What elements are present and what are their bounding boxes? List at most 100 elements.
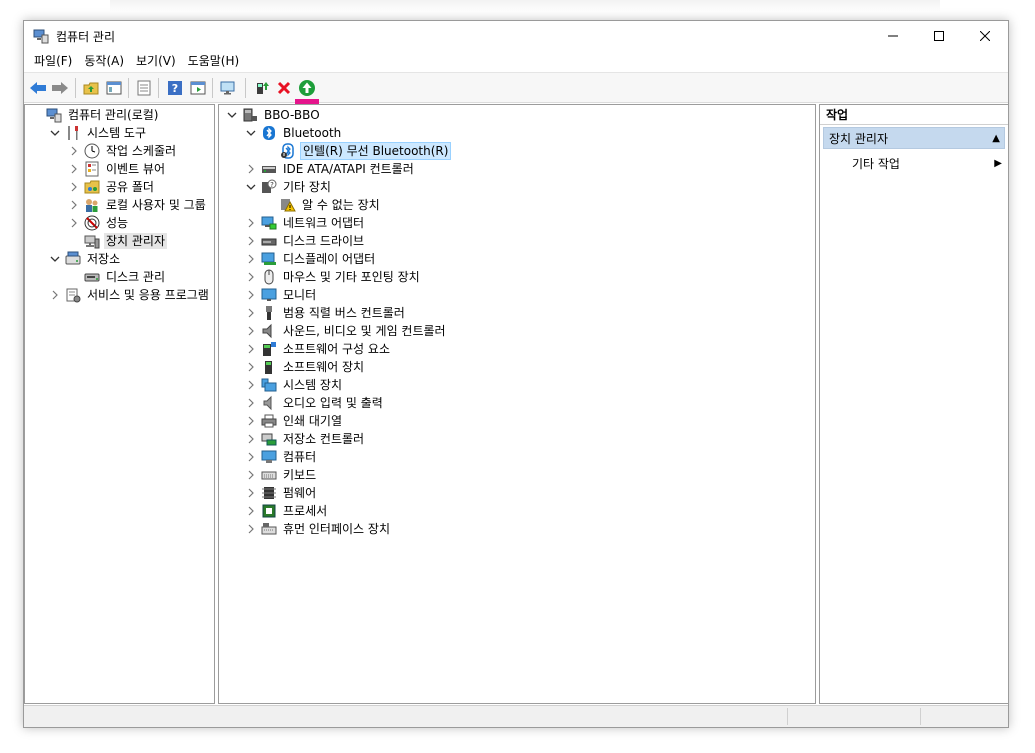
menu-action[interactable]: 동작(A) <box>78 51 130 71</box>
toolbar: ? <box>24 72 1008 108</box>
device-tree-item-processor[interactable]: 프로세서 <box>244 502 329 520</box>
console-tree-icon[interactable] <box>105 79 123 97</box>
console-tree-item-computer-management[interactable]: 컴퓨터 관리(로컬) <box>29 106 160 124</box>
tree-item-label: 공유 폴더 <box>106 180 154 194</box>
menu-view[interactable]: 보기(V) <box>130 51 182 71</box>
chevron-right-icon[interactable] <box>244 394 258 412</box>
chevron-right-icon[interactable] <box>244 484 258 502</box>
device-tree-item-audio[interactable]: 오디오 입력 및 출력 <box>244 394 385 412</box>
chevron-right-icon[interactable] <box>244 250 258 268</box>
device-tree-item-disk-drive[interactable]: 디스크 드라이브 <box>244 232 366 250</box>
chevron-right-icon[interactable] <box>244 412 258 430</box>
chevron-right-icon[interactable] <box>67 196 81 214</box>
device-tree-item-hid[interactable]: 휴먼 인터페이스 장치 <box>244 520 392 538</box>
minimize-button[interactable] <box>870 21 916 50</box>
device-tree-item-network-adapter[interactable]: 네트워크 어댑터 <box>244 214 366 232</box>
device-tree-item-keyboard[interactable]: 키보드 <box>244 466 318 484</box>
chevron-right-icon[interactable] <box>244 340 258 358</box>
chevron-right-icon[interactable] <box>244 520 258 538</box>
console-tree-item-clock[interactable]: 작업 스케줄러 <box>67 142 178 160</box>
device-tree-item-monitor[interactable]: 모니터 <box>244 286 318 304</box>
device-tree-item-warning-device[interactable]: 알 수 없는 장치 <box>263 196 382 214</box>
chevron-right-icon[interactable] <box>244 214 258 232</box>
maximize-button[interactable] <box>916 21 962 50</box>
chevron-right-icon[interactable] <box>244 304 258 322</box>
up-folder-icon[interactable] <box>82 79 100 97</box>
device-tree-item-storage-controller[interactable]: 저장소 컨트롤러 <box>244 430 366 448</box>
chevron-right-icon[interactable] <box>244 232 258 250</box>
device-tree-item-computer[interactable]: BBO-BBO <box>225 106 322 124</box>
tree-item-label: 펌웨어 <box>283 486 317 500</box>
forward-icon[interactable] <box>51 79 69 97</box>
device-tree-item-printer[interactable]: 인쇄 대기열 <box>244 412 344 430</box>
tree-item-label: 마우스 및 기타 포인팅 장치 <box>283 270 420 284</box>
action-pane-icon[interactable] <box>189 79 207 97</box>
device-tree-item-ide-controller[interactable]: IDE ATA/ATAPI 컨트롤러 <box>244 160 416 178</box>
tree-item-label: 작업 스케줄러 <box>106 144 177 158</box>
chevron-right-icon[interactable] <box>67 142 81 160</box>
chevron-right-icon[interactable] <box>67 160 81 178</box>
chevron-down-icon[interactable] <box>244 178 258 196</box>
tree-item-label: 저장소 컨트롤러 <box>283 432 365 446</box>
console-tree-item-device-manager[interactable]: 장치 관리자 <box>67 232 168 250</box>
update-driver-icon[interactable] <box>253 79 271 97</box>
chevron-right-icon[interactable] <box>244 502 258 520</box>
device-tree-item-mouse[interactable]: 마우스 및 기타 포인팅 장치 <box>244 268 422 286</box>
chevron-right-icon[interactable] <box>244 376 258 394</box>
device-tree-item-system-device[interactable]: 시스템 장치 <box>244 376 344 394</box>
chevron-down-icon[interactable] <box>48 250 62 268</box>
back-icon[interactable] <box>29 79 47 97</box>
device-tree-item-display-adapter[interactable]: 디스플레이 어댑터 <box>244 250 377 268</box>
chevron-down-icon[interactable] <box>48 124 62 142</box>
console-tree-item-tools[interactable]: 시스템 도구 <box>48 124 148 142</box>
help-icon[interactable]: ? <box>166 79 184 97</box>
device-tree-item-speaker[interactable]: 사운드, 비디오 및 게임 컨트롤러 <box>244 322 448 340</box>
tree-item-label: 오디오 입력 및 출력 <box>283 396 383 410</box>
device-tree-item-software-device[interactable]: 소프트웨어 장치 <box>244 358 366 376</box>
menu-help[interactable]: 도움말(H) <box>182 51 246 71</box>
chevron-right-icon[interactable] <box>244 322 258 340</box>
device-tree-item-computer-monitor[interactable]: 컴퓨터 <box>244 448 318 466</box>
console-tree-item-users[interactable]: 로컬 사용자 및 그룹 <box>67 196 208 214</box>
device-tree-item-bluetooth[interactable]: Bluetooth <box>244 124 343 142</box>
chevron-right-icon[interactable] <box>244 358 258 376</box>
chevron-down-icon[interactable] <box>225 106 239 124</box>
chevron-right-icon[interactable] <box>244 268 258 286</box>
chevron-right-icon[interactable] <box>67 214 81 232</box>
tree-item-label: 사운드, 비디오 및 게임 컨트롤러 <box>283 324 446 338</box>
console-tree-item-services[interactable]: 서비스 및 응용 프로그램 <box>48 286 211 304</box>
chevron-down-icon[interactable] <box>244 124 258 142</box>
menu-file[interactable]: 파일(F) <box>28 51 78 71</box>
device-tree-item-usb[interactable]: 범용 직렬 버스 컨트롤러 <box>244 304 407 322</box>
keyboard-icon <box>261 467 277 483</box>
properties-icon[interactable] <box>135 79 153 97</box>
scan-hardware-icon[interactable] <box>220 79 238 97</box>
enable-device-icon[interactable] <box>298 79 316 97</box>
chevron-right-icon[interactable] <box>244 448 258 466</box>
console-tree-item-disk[interactable]: 디스크 관리 <box>67 268 167 286</box>
chevron-right-icon[interactable] <box>244 286 258 304</box>
console-tree-item-storage[interactable]: 저장소 <box>48 250 122 268</box>
device-tree-item-bluetooth-device-warning[interactable]: 인텔(R) 무선 Bluetooth(R) <box>263 142 452 160</box>
more-actions-item[interactable]: 기타 작업 ▶ <box>852 154 1002 174</box>
device-tree-item-unknown-device[interactable]: ? 기타 장치 <box>244 178 333 196</box>
chevron-right-icon[interactable] <box>244 160 258 178</box>
collapse-up-icon[interactable]: ▲ <box>992 128 1000 150</box>
chevron-right-icon[interactable] <box>67 178 81 196</box>
chevron-right-icon[interactable] <box>244 430 258 448</box>
device-tree-item-software-component[interactable]: 소프트웨어 구성 요소 <box>244 340 392 358</box>
console-tree-item-shared-folder[interactable]: 공유 폴더 <box>67 178 156 196</box>
submenu-arrow-icon: ▶ <box>994 158 1002 169</box>
device-tree-item-firmware[interactable]: 펌웨어 <box>244 484 318 502</box>
more-actions-label: 기타 작업 <box>852 157 900 171</box>
storage-icon <box>65 251 81 267</box>
chevron-right-icon[interactable] <box>244 466 258 484</box>
close-button[interactable] <box>962 21 1008 50</box>
actions-section-device-manager[interactable]: 장치 관리자 ▲ <box>823 127 1005 149</box>
uninstall-device-icon[interactable] <box>275 79 293 97</box>
console-tree-item-event-viewer[interactable]: 이벤트 뷰어 <box>67 160 167 178</box>
console-tree-item-performance[interactable]: 성능 <box>67 214 130 232</box>
chevron-right-icon[interactable] <box>48 286 62 304</box>
